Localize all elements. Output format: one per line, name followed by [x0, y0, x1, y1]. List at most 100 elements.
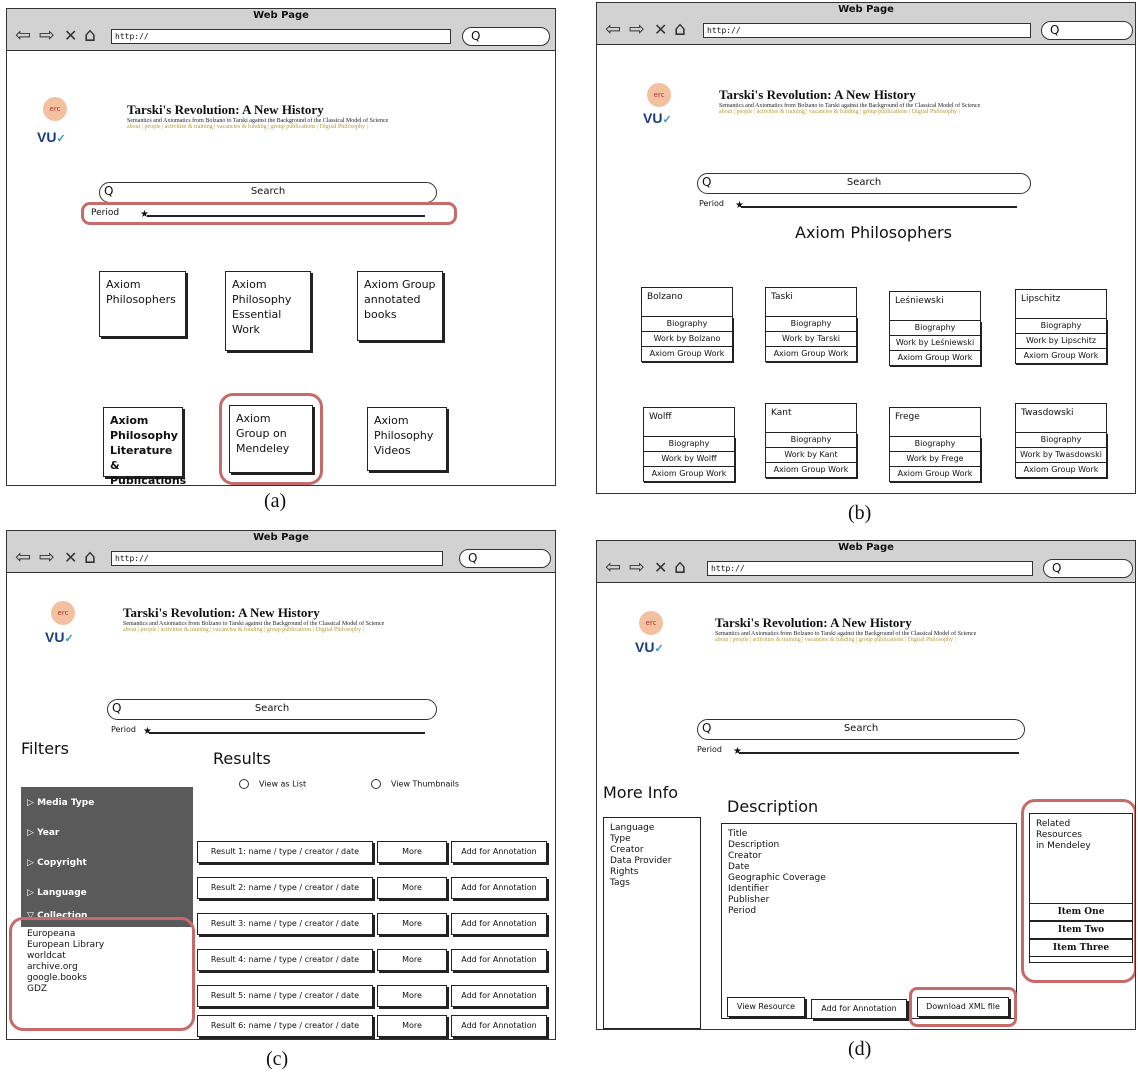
- group-work-link[interactable]: Axiom Group Work: [643, 467, 735, 482]
- tile-philosophy-videos[interactable]: Axiom Philosophy Videos: [367, 407, 447, 471]
- more-button[interactable]: More: [377, 913, 447, 935]
- tile-axiom-philosophers[interactable]: Axiom Philosophers: [99, 271, 186, 337]
- biography-link[interactable]: Biography: [1015, 319, 1107, 334]
- group-work-link[interactable]: Axiom Group Work: [889, 351, 981, 366]
- biography-link[interactable]: Biography: [889, 437, 981, 452]
- group-work-link[interactable]: Axiom Group Work: [889, 467, 981, 482]
- group-work-link[interactable]: Axiom Group Work: [641, 347, 733, 362]
- result-title[interactable]: Result 2: name / type / creator / date: [197, 877, 373, 899]
- browser-search-input[interactable]: Q: [462, 27, 550, 46]
- result-title[interactable]: Result 1: name / type / creator / date: [197, 841, 373, 863]
- search-bar[interactable]: Q Search: [99, 182, 437, 203]
- triangle-right-icon: ▷: [27, 798, 38, 808]
- search-bar[interactable]: Q Search: [697, 719, 1025, 740]
- panel-b: Web Page ⇦ ⇨ ✕ ⌂ http:// Q erc VU✓ Tarsk…: [596, 2, 1136, 494]
- filter-language[interactable]: ▷ Language: [21, 881, 193, 905]
- period-slider[interactable]: [149, 732, 425, 734]
- close-x-icon[interactable]: ✕: [64, 548, 77, 567]
- home-icon[interactable]: ⌂: [84, 26, 96, 45]
- result-title[interactable]: Result 6: name / type / creator / date: [197, 1015, 373, 1037]
- more-button[interactable]: More: [377, 841, 447, 863]
- group-work-link[interactable]: Axiom Group Work: [765, 463, 857, 478]
- group-work-link[interactable]: Axiom Group Work: [1015, 349, 1107, 364]
- url-input[interactable]: http://: [111, 551, 443, 566]
- group-work-link[interactable]: Axiom Group Work: [1015, 463, 1107, 478]
- back-arrow-icon[interactable]: ⇦: [605, 20, 621, 39]
- forward-arrow-icon[interactable]: ⇨: [629, 20, 645, 39]
- philosopher-name: Kant: [765, 403, 857, 433]
- result-title[interactable]: Result 3: name / type / creator / date: [197, 913, 373, 935]
- work-link[interactable]: Work by Tarski: [765, 332, 857, 347]
- add-annotation-button[interactable]: Add for Annotation: [451, 913, 547, 935]
- add-annotation-button[interactable]: Add for Annotation: [451, 1015, 547, 1037]
- view-as-list-radio[interactable]: View as List: [239, 779, 306, 789]
- view-resource-button[interactable]: View Resource: [727, 997, 805, 1017]
- work-link[interactable]: Work by Lipschitz: [1015, 334, 1107, 349]
- site-nav-links[interactable]: about | people | activities & training |…: [715, 637, 976, 643]
- tile-essential-work[interactable]: Axiom Philosophy Essential Work: [225, 271, 311, 351]
- filter-media-type[interactable]: ▷ Media Type: [21, 791, 193, 815]
- result-title[interactable]: Result 5: name / type / creator / date: [197, 985, 373, 1007]
- add-annotation-button[interactable]: Add for Annotation: [451, 877, 547, 899]
- work-link[interactable]: Work by Bolzano: [641, 332, 733, 347]
- back-arrow-icon[interactable]: ⇦: [605, 558, 621, 577]
- biography-link[interactable]: Biography: [765, 317, 857, 332]
- url-input[interactable]: http://: [703, 23, 1031, 38]
- filter-year[interactable]: ▷ Year: [21, 821, 193, 845]
- biography-link[interactable]: Biography: [889, 321, 981, 336]
- url-input[interactable]: http://: [111, 29, 451, 44]
- back-arrow-icon[interactable]: ⇦: [15, 26, 31, 45]
- search-label: Search: [843, 723, 879, 734]
- highlight-download: [909, 987, 1017, 1027]
- biography-link[interactable]: Biography: [641, 317, 733, 332]
- magnifier-icon: Q: [471, 29, 481, 43]
- url-input[interactable]: http://: [707, 561, 1033, 576]
- group-work-link[interactable]: Axiom Group Work: [765, 347, 857, 362]
- more-button[interactable]: More: [377, 949, 447, 971]
- philosopher-card: Lipschitz Biography Work by Lipschitz Ax…: [1015, 289, 1107, 364]
- forward-arrow-icon[interactable]: ⇨: [629, 558, 645, 577]
- close-x-icon[interactable]: ✕: [64, 26, 77, 45]
- browser-search-input[interactable]: Q: [1043, 559, 1133, 578]
- work-link[interactable]: Work by Leśniewski: [889, 336, 981, 351]
- view-thumbnails-radio[interactable]: View Thumbnails: [371, 779, 459, 789]
- search-bar[interactable]: Q Search: [107, 699, 437, 720]
- site-nav-links[interactable]: about | people | activities & training |…: [719, 109, 980, 115]
- vu-logo-text: VU: [37, 129, 57, 145]
- more-button[interactable]: More: [377, 1015, 447, 1037]
- close-x-icon[interactable]: ✕: [654, 20, 667, 39]
- back-arrow-icon[interactable]: ⇦: [15, 548, 31, 567]
- result-title[interactable]: Result 4: name / type / creator / date: [197, 949, 373, 971]
- filter-copyright[interactable]: ▷ Copyright: [21, 851, 193, 875]
- site-nav-links[interactable]: about | people | activities & training |…: [123, 627, 384, 633]
- search-bar[interactable]: Q Search: [697, 173, 1031, 194]
- browser-search-input[interactable]: Q: [459, 549, 551, 568]
- add-annotation-button[interactable]: Add for Annotation: [451, 841, 547, 863]
- tile-literature-publications[interactable]: Axiom Philosophy Literature & Publicatio…: [103, 407, 186, 485]
- work-link[interactable]: Work by Kant: [765, 448, 857, 463]
- work-link[interactable]: Work by Frege: [889, 452, 981, 467]
- home-icon[interactable]: ⌂: [674, 20, 686, 39]
- work-link[interactable]: Work by Twasdowski: [1015, 448, 1107, 463]
- add-annotation-button[interactable]: Add for Annotation: [811, 999, 907, 1019]
- work-link[interactable]: Work by Wolff: [643, 452, 735, 467]
- browser-search-input[interactable]: Q: [1041, 21, 1133, 40]
- period-slider[interactable]: [739, 752, 1019, 754]
- home-icon[interactable]: ⌂: [84, 548, 96, 567]
- add-annotation-button[interactable]: Add for Annotation: [451, 949, 547, 971]
- biography-link[interactable]: Biography: [1015, 433, 1107, 448]
- forward-arrow-icon[interactable]: ⇨: [39, 548, 55, 567]
- more-button[interactable]: More: [377, 877, 447, 899]
- biography-link[interactable]: Biography: [643, 437, 735, 452]
- period-slider[interactable]: [741, 206, 1017, 208]
- filter-label: Language: [37, 888, 87, 898]
- more-button[interactable]: More: [377, 985, 447, 1007]
- add-annotation-button[interactable]: Add for Annotation: [451, 985, 547, 1007]
- forward-arrow-icon[interactable]: ⇨: [39, 26, 55, 45]
- biography-link[interactable]: Biography: [765, 433, 857, 448]
- home-icon[interactable]: ⌂: [674, 558, 686, 577]
- philosopher-card: Kant Biography Work by Kant Axiom Group …: [765, 403, 857, 478]
- tile-annotated-books[interactable]: Axiom Group annotated books: [357, 271, 443, 341]
- site-nav-links[interactable]: about | people | activities & training |…: [127, 124, 388, 130]
- close-x-icon[interactable]: ✕: [654, 558, 667, 577]
